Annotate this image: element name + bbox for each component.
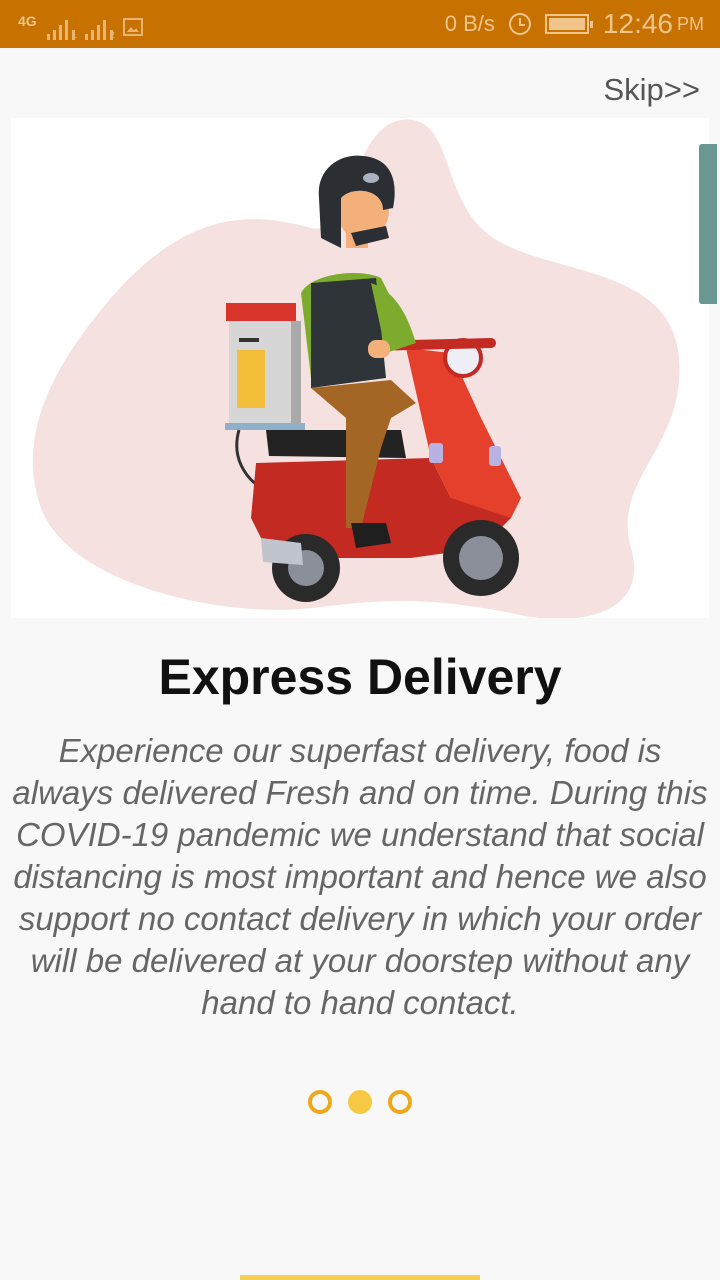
image-notification-icon: [122, 18, 143, 36]
network-type: 4G: [18, 13, 37, 29]
signal-icon: 1: [46, 18, 77, 40]
signal-icon-2: 2: [84, 18, 115, 40]
bottom-accent-bar: [240, 1275, 480, 1280]
page-dot-1[interactable]: [308, 1090, 332, 1114]
status-left: 4G 1 2: [18, 10, 143, 40]
page-dot-3[interactable]: [388, 1090, 412, 1114]
onboarding-title: Express Delivery: [158, 649, 562, 705]
status-right: 0 B/s 12:46 PM: [445, 0, 704, 48]
delivery-rider-illustration: [11, 118, 709, 618]
skip-button[interactable]: Skip>>: [603, 72, 700, 108]
battery-icon: [544, 14, 593, 34]
status-bar: 4G 1 2 0 B/s 12:46 PM: [0, 0, 720, 48]
page-dot-2-active[interactable]: [348, 1090, 372, 1114]
clock-ampm: PM: [677, 13, 704, 34]
page-indicator: [0, 1090, 720, 1114]
data-speed: 0 B/s: [444, 11, 495, 36]
scooter-rider-image: [32, 119, 680, 618]
alarm-icon: [508, 13, 531, 35]
scrollbar-thumb[interactable]: [699, 144, 717, 304]
onboarding-description: Experience our superfast delivery, food …: [12, 732, 708, 1021]
clock: 12:46: [602, 8, 673, 39]
